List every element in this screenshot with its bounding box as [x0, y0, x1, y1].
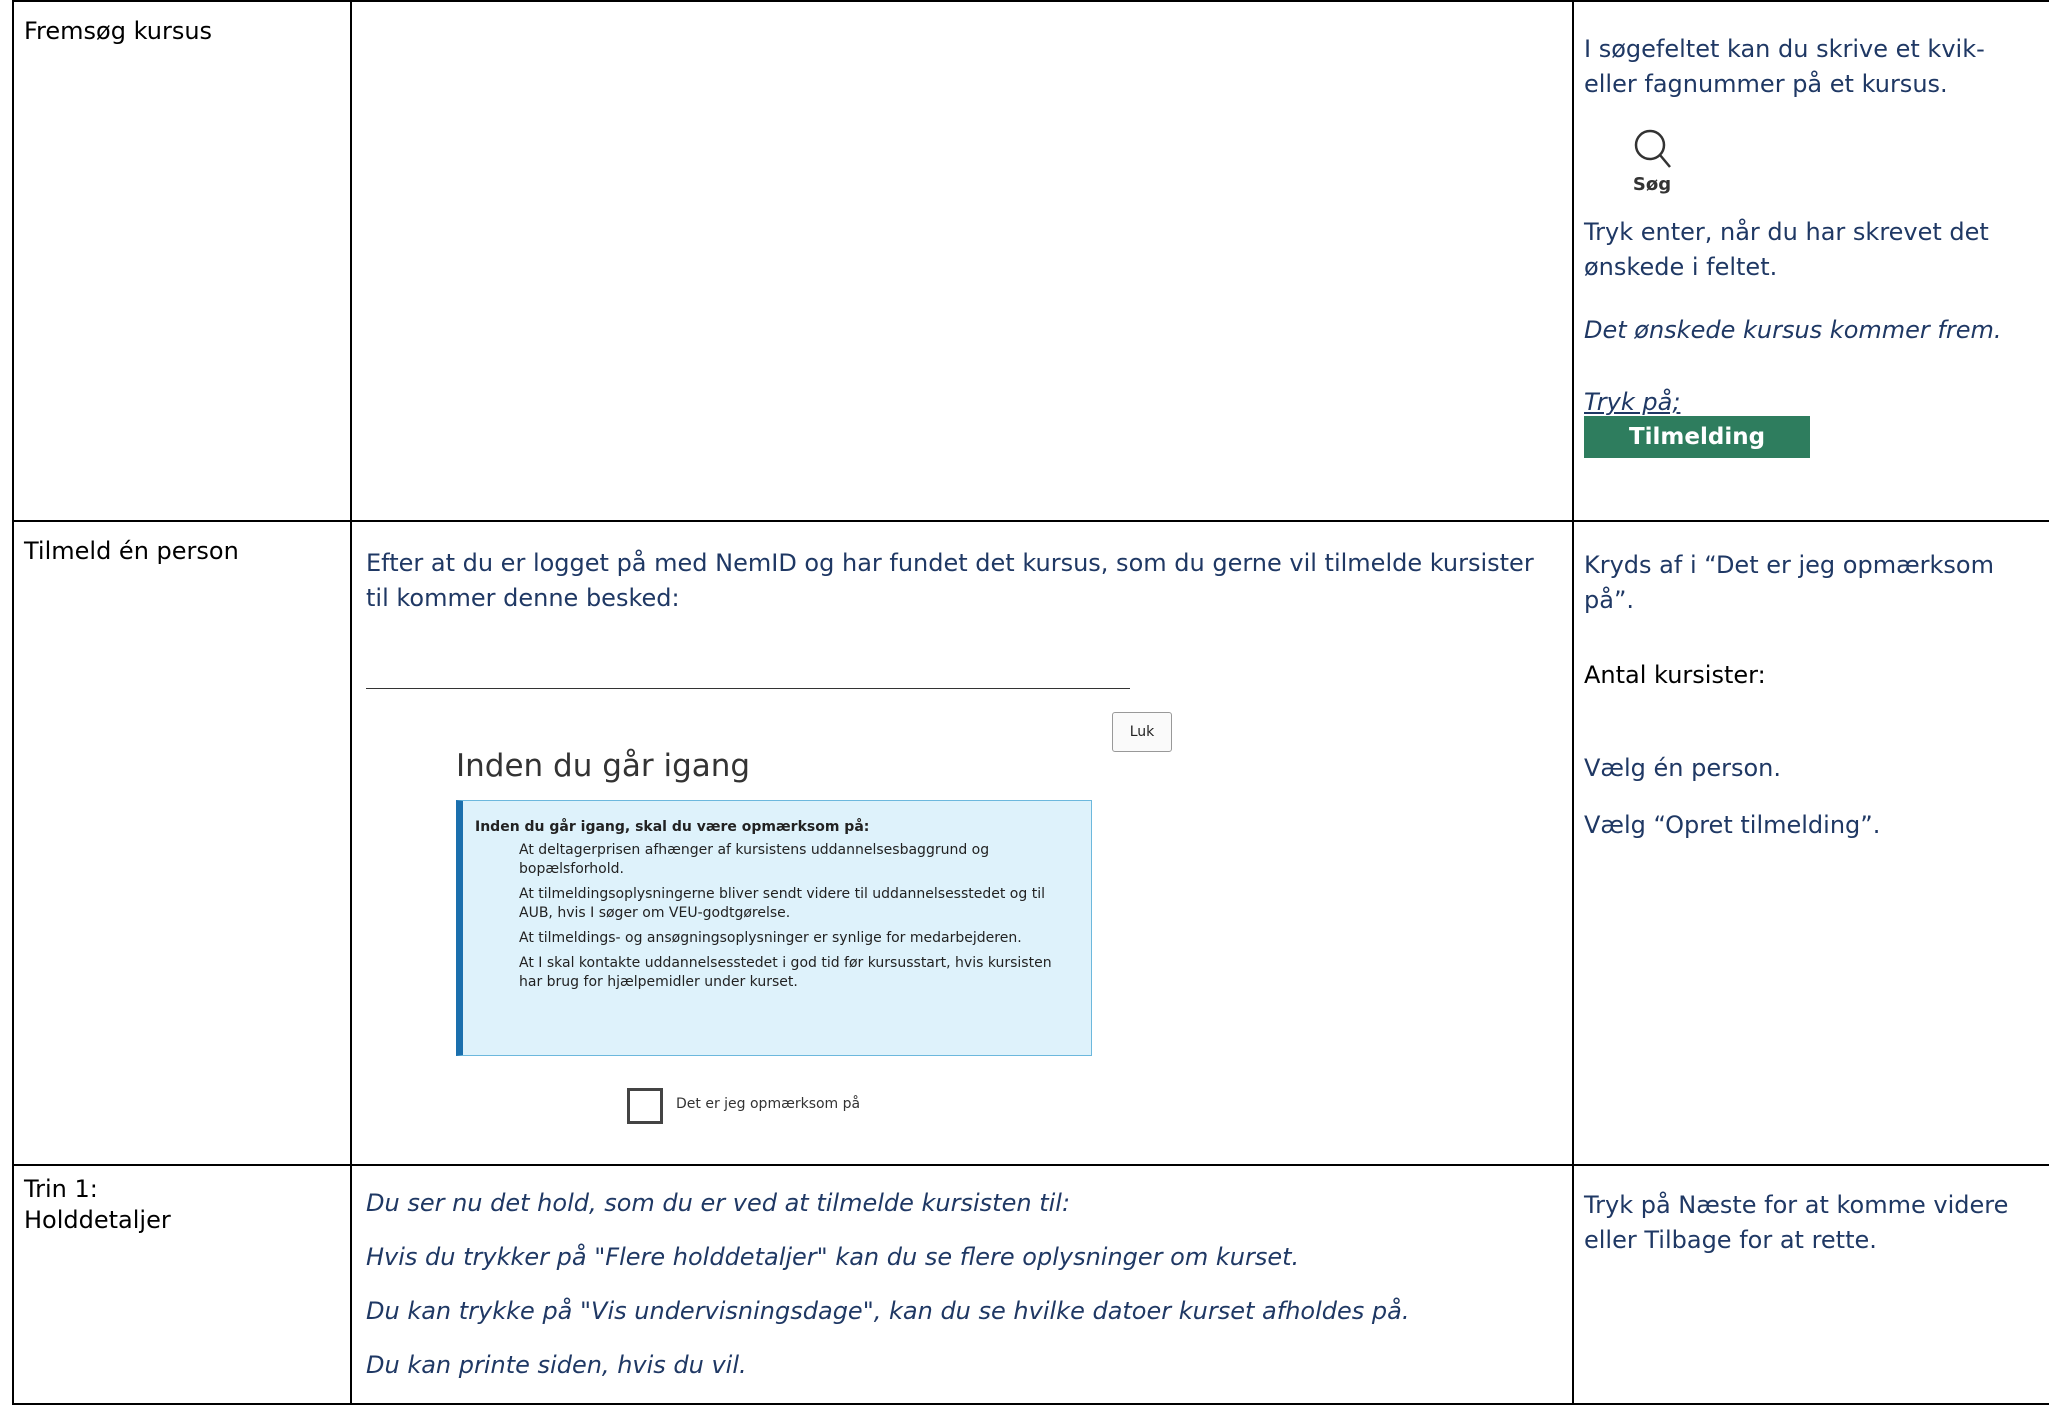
info-item: At deltagerprisen afhænger af kursistens… — [519, 842, 990, 877]
step-label-cell: Tilmeld én person — [12, 520, 352, 1166]
step-label: Trin 1: Holddetaljer — [14, 1166, 350, 1236]
instruction-text: Vælg én person. — [1584, 754, 1782, 782]
info-heading: Inden du går igang, skal du være opmærks… — [475, 819, 870, 835]
checkbox-label: Det er jeg opmærksom på — [676, 1096, 861, 1112]
step-text: Hvis du trykker på "Flere holddetaljer" … — [366, 1243, 1300, 1271]
instruction-text: Det ønskede kursus kommer frem. — [1584, 316, 2002, 344]
tilmelding-button: Tilmelding — [1584, 416, 1810, 458]
step-text: Du kan trykke på "Vis undervisningsdage"… — [366, 1297, 1410, 1325]
dialog-title: Inden du går igang — [456, 748, 751, 784]
illustration-cell: Du ser nu det hold, som du er ved at til… — [350, 1164, 1574, 1405]
table-row: Trin 1: Holddetaljer Du ser nu det hold,… — [12, 1164, 2049, 1405]
instruction-text: Kryds af i “Det er jeg opmærksom på”. — [1584, 551, 1994, 614]
info-item: At tilmeldings- og ansøgningsoplysninger… — [519, 930, 1022, 946]
step-label-cell: Fremsøg kursus — [12, 0, 352, 522]
divider — [366, 688, 1130, 689]
instruction-cell: Tryk på Næste for at komme videre eller … — [1572, 1164, 2049, 1405]
instruction-text: Tryk enter, når du har skrevet det ønske… — [1584, 218, 1989, 281]
instruction-text: Antal kursister: — [1584, 661, 1766, 689]
awareness-checkbox — [627, 1088, 663, 1124]
instruction-text: Vælg “Opret tilmelding”. — [1584, 811, 1881, 839]
close-button: Luk — [1112, 712, 1172, 752]
search-icon — [1634, 129, 1671, 168]
table-row: Fremsøg kursus I søgefeltet kan du skriv… — [12, 0, 2049, 522]
info-item: At I skal kontakte uddannelsesstedet i g… — [519, 955, 1052, 990]
step-text: Du kan printe siden, hvis du vil. — [366, 1351, 747, 1379]
search-label: Søg — [1632, 174, 1672, 195]
instruction-cell: I søgefeltet kan du skrive et kvik- elle… — [1572, 0, 2049, 522]
info-box: Inden du går igang, skal du være opmærks… — [456, 800, 1092, 1056]
search-button: Søg — [1622, 126, 1682, 195]
step-number: Trin 1: — [24, 1175, 98, 1203]
step-label-cell: Trin 1: Holddetaljer — [12, 1164, 352, 1405]
instruction-text: Tryk på Næste for at komme videre eller … — [1584, 1191, 2009, 1254]
step-text: Du ser nu det hold, som du er ved at til… — [366, 1189, 1071, 1217]
illustration-cell: Efter at du er logget på med NemID og ha… — [350, 520, 1574, 1166]
instruction-table: Fremsøg kursus I søgefeltet kan du skriv… — [12, 0, 2049, 1405]
step-label: Fremsøg kursus — [24, 17, 213, 45]
info-item: At tilmeldingsoplysningerne bliver sendt… — [519, 886, 1045, 921]
intro-text: Efter at du er logget på med NemID og ha… — [366, 549, 1534, 612]
instruction-text: Tryk på; — [1584, 388, 1681, 416]
dialog-screenshot: Luk Inden du går igang Inden du går igan… — [352, 616, 1572, 1136]
instruction-cell: Kryds af i “Det er jeg opmærksom på”. An… — [1572, 520, 2049, 1166]
illustration-cell — [350, 0, 1574, 522]
step-label: Tilmeld én person — [24, 537, 239, 565]
table-row: Tilmeld én person Efter at du er logget … — [12, 520, 2049, 1166]
instruction-text: I søgefeltet kan du skrive et kvik- elle… — [1584, 35, 1985, 98]
step-title: Holddetaljer — [24, 1206, 171, 1234]
